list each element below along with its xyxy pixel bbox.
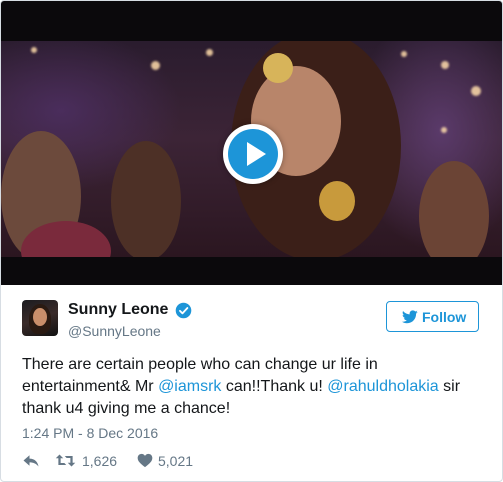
follow-button[interactable]: Follow <box>386 301 479 332</box>
retweet-count: 1,626 <box>82 453 118 469</box>
heart-icon <box>137 453 153 468</box>
avatar[interactable] <box>22 300 58 336</box>
avatar-face <box>33 308 47 326</box>
background-dancer <box>419 161 489 257</box>
reply-icon <box>23 455 39 467</box>
dancer-ornament <box>263 53 293 83</box>
background-dancer <box>111 141 181 257</box>
tweet-text-segment: sir <box>438 378 461 395</box>
bokeh-light <box>206 49 213 56</box>
dancer-earring <box>319 181 355 221</box>
user-handle[interactable]: @SunnyLeone <box>68 323 161 339</box>
play-icon <box>247 142 266 166</box>
bokeh-light <box>31 47 37 53</box>
bokeh-light <box>471 86 481 96</box>
twitter-bird-icon <box>402 310 418 324</box>
bokeh-light <box>151 61 160 70</box>
tweet-text-line: There are certain people who can change … <box>22 356 378 373</box>
tweet-text-line: thank u4 giving me a chance! <box>22 400 231 417</box>
verified-badge-icon <box>175 302 192 319</box>
bokeh-light <box>441 127 447 133</box>
mention-link-rahuldholakia[interactable]: @rahuldholakia <box>327 378 438 395</box>
tweet-text-segment: entertainment& Mr <box>22 378 159 395</box>
mention-link-iamsrk[interactable]: @iamsrk <box>158 378 221 395</box>
follow-label: Follow <box>422 309 467 325</box>
play-button[interactable] <box>223 124 283 184</box>
tweet-card: Sunny Leone @SunnyLeone Follow There are… <box>0 0 503 482</box>
tweet-text-line: entertainment& Mr @iamsrk can!!Thank u! … <box>22 376 482 398</box>
like-count: 5,021 <box>158 453 194 469</box>
tweet-text: There are certain people who can change … <box>22 354 482 420</box>
tweet-text-segment: can!!Thank u! <box>221 378 328 395</box>
bokeh-light <box>441 61 449 69</box>
retweet-icon <box>55 454 76 467</box>
video-player[interactable] <box>1 1 502 285</box>
bokeh-light <box>401 51 407 57</box>
tweet-timestamp[interactable]: 1:24 PM - 8 Dec 2016 <box>22 425 158 441</box>
display-name[interactable]: Sunny Leone <box>68 301 168 319</box>
